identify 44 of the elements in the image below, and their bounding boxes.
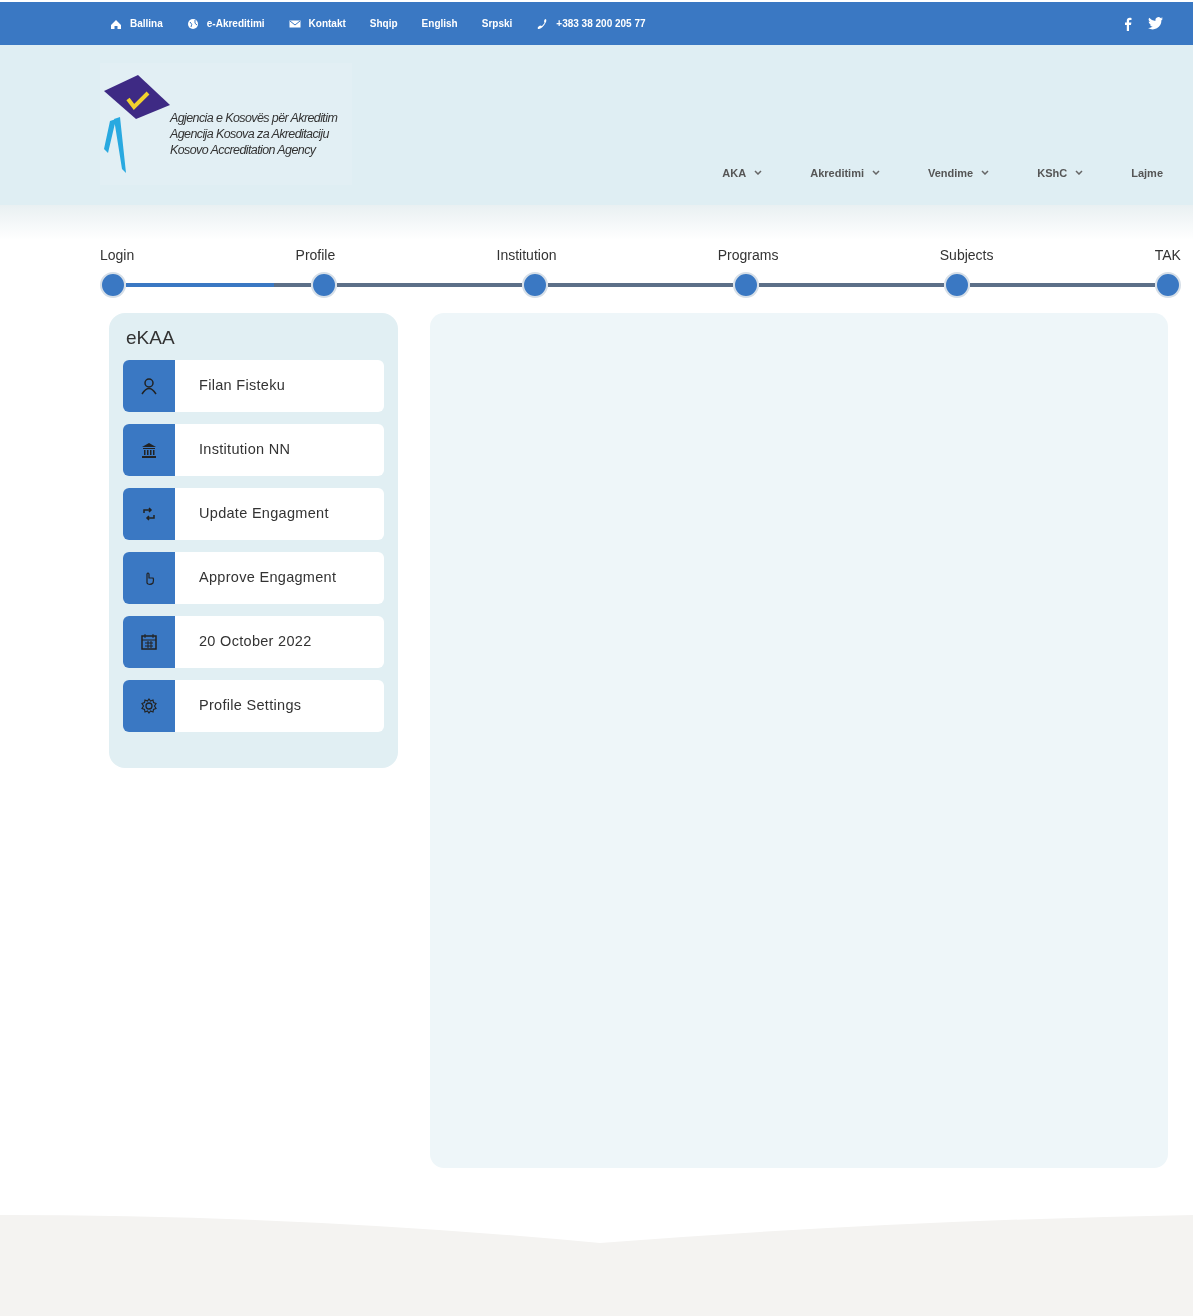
step-dot[interactable] (311, 272, 337, 298)
facebook-icon[interactable] (1124, 16, 1132, 31)
step-label: Institution (496, 246, 557, 265)
bank-icon (140, 440, 158, 459)
refresh-icon (140, 504, 158, 523)
user-icon (140, 376, 158, 395)
calendar-icon (140, 632, 158, 651)
step-dot[interactable] (944, 272, 970, 298)
sidebar-item[interactable]: Update Engagment (123, 487, 384, 540)
sidebar-item[interactable]: 20 October 2022 (123, 615, 384, 668)
top-link[interactable]: +383 38 200 205 77 (536, 16, 646, 31)
home-icon (110, 17, 122, 30)
nav-link[interactable]: AKA (722, 164, 763, 181)
logo-text: Agencija Kosova za Akreditaciju (170, 126, 330, 142)
nav-link[interactable]: Akreditimi (810, 164, 880, 181)
step-label: Profile (295, 246, 336, 265)
top-link[interactable]: Ballina (110, 16, 163, 31)
gear-icon (140, 696, 158, 715)
step-label: Subjects (939, 246, 994, 265)
sidebar-item[interactable]: Approve Engagment (123, 551, 384, 604)
sidebar-item[interactable]: Filan Fisteku (123, 359, 384, 412)
sidebar-item[interactable]: Profile Settings (123, 679, 384, 732)
logo-text: Kosovo Accreditation Agency (170, 142, 318, 158)
step-label: Login (100, 246, 135, 265)
top-link[interactable]: Shqip (369, 16, 398, 31)
bird-icon[interactable] (1148, 16, 1163, 30)
top-link[interactable]: Kontakt (288, 16, 346, 31)
step-label: TAK (1154, 246, 1181, 265)
step-dot[interactable] (1155, 272, 1181, 298)
sidebar-item[interactable]: Institution NN (123, 423, 384, 476)
top-link[interactable]: English (421, 16, 458, 31)
step-dot[interactable] (100, 272, 126, 298)
step-dot[interactable] (522, 272, 548, 298)
top-link[interactable]: e-Akreditimi (186, 16, 265, 31)
nav-link[interactable]: Lajme (1131, 164, 1163, 181)
nav-link[interactable]: Vendime (928, 164, 990, 181)
nav-link[interactable]: KShC (1037, 164, 1084, 181)
globe-icon (186, 17, 199, 30)
logo-text: Agjencia e Kosovës për Akreditim (170, 110, 338, 126)
step-dot[interactable] (733, 272, 759, 298)
phone-icon (536, 17, 549, 30)
top-link[interactable]: Srpski (481, 16, 513, 31)
step-label: Programs (717, 246, 779, 265)
sidebar-title: eKAA (126, 327, 176, 350)
